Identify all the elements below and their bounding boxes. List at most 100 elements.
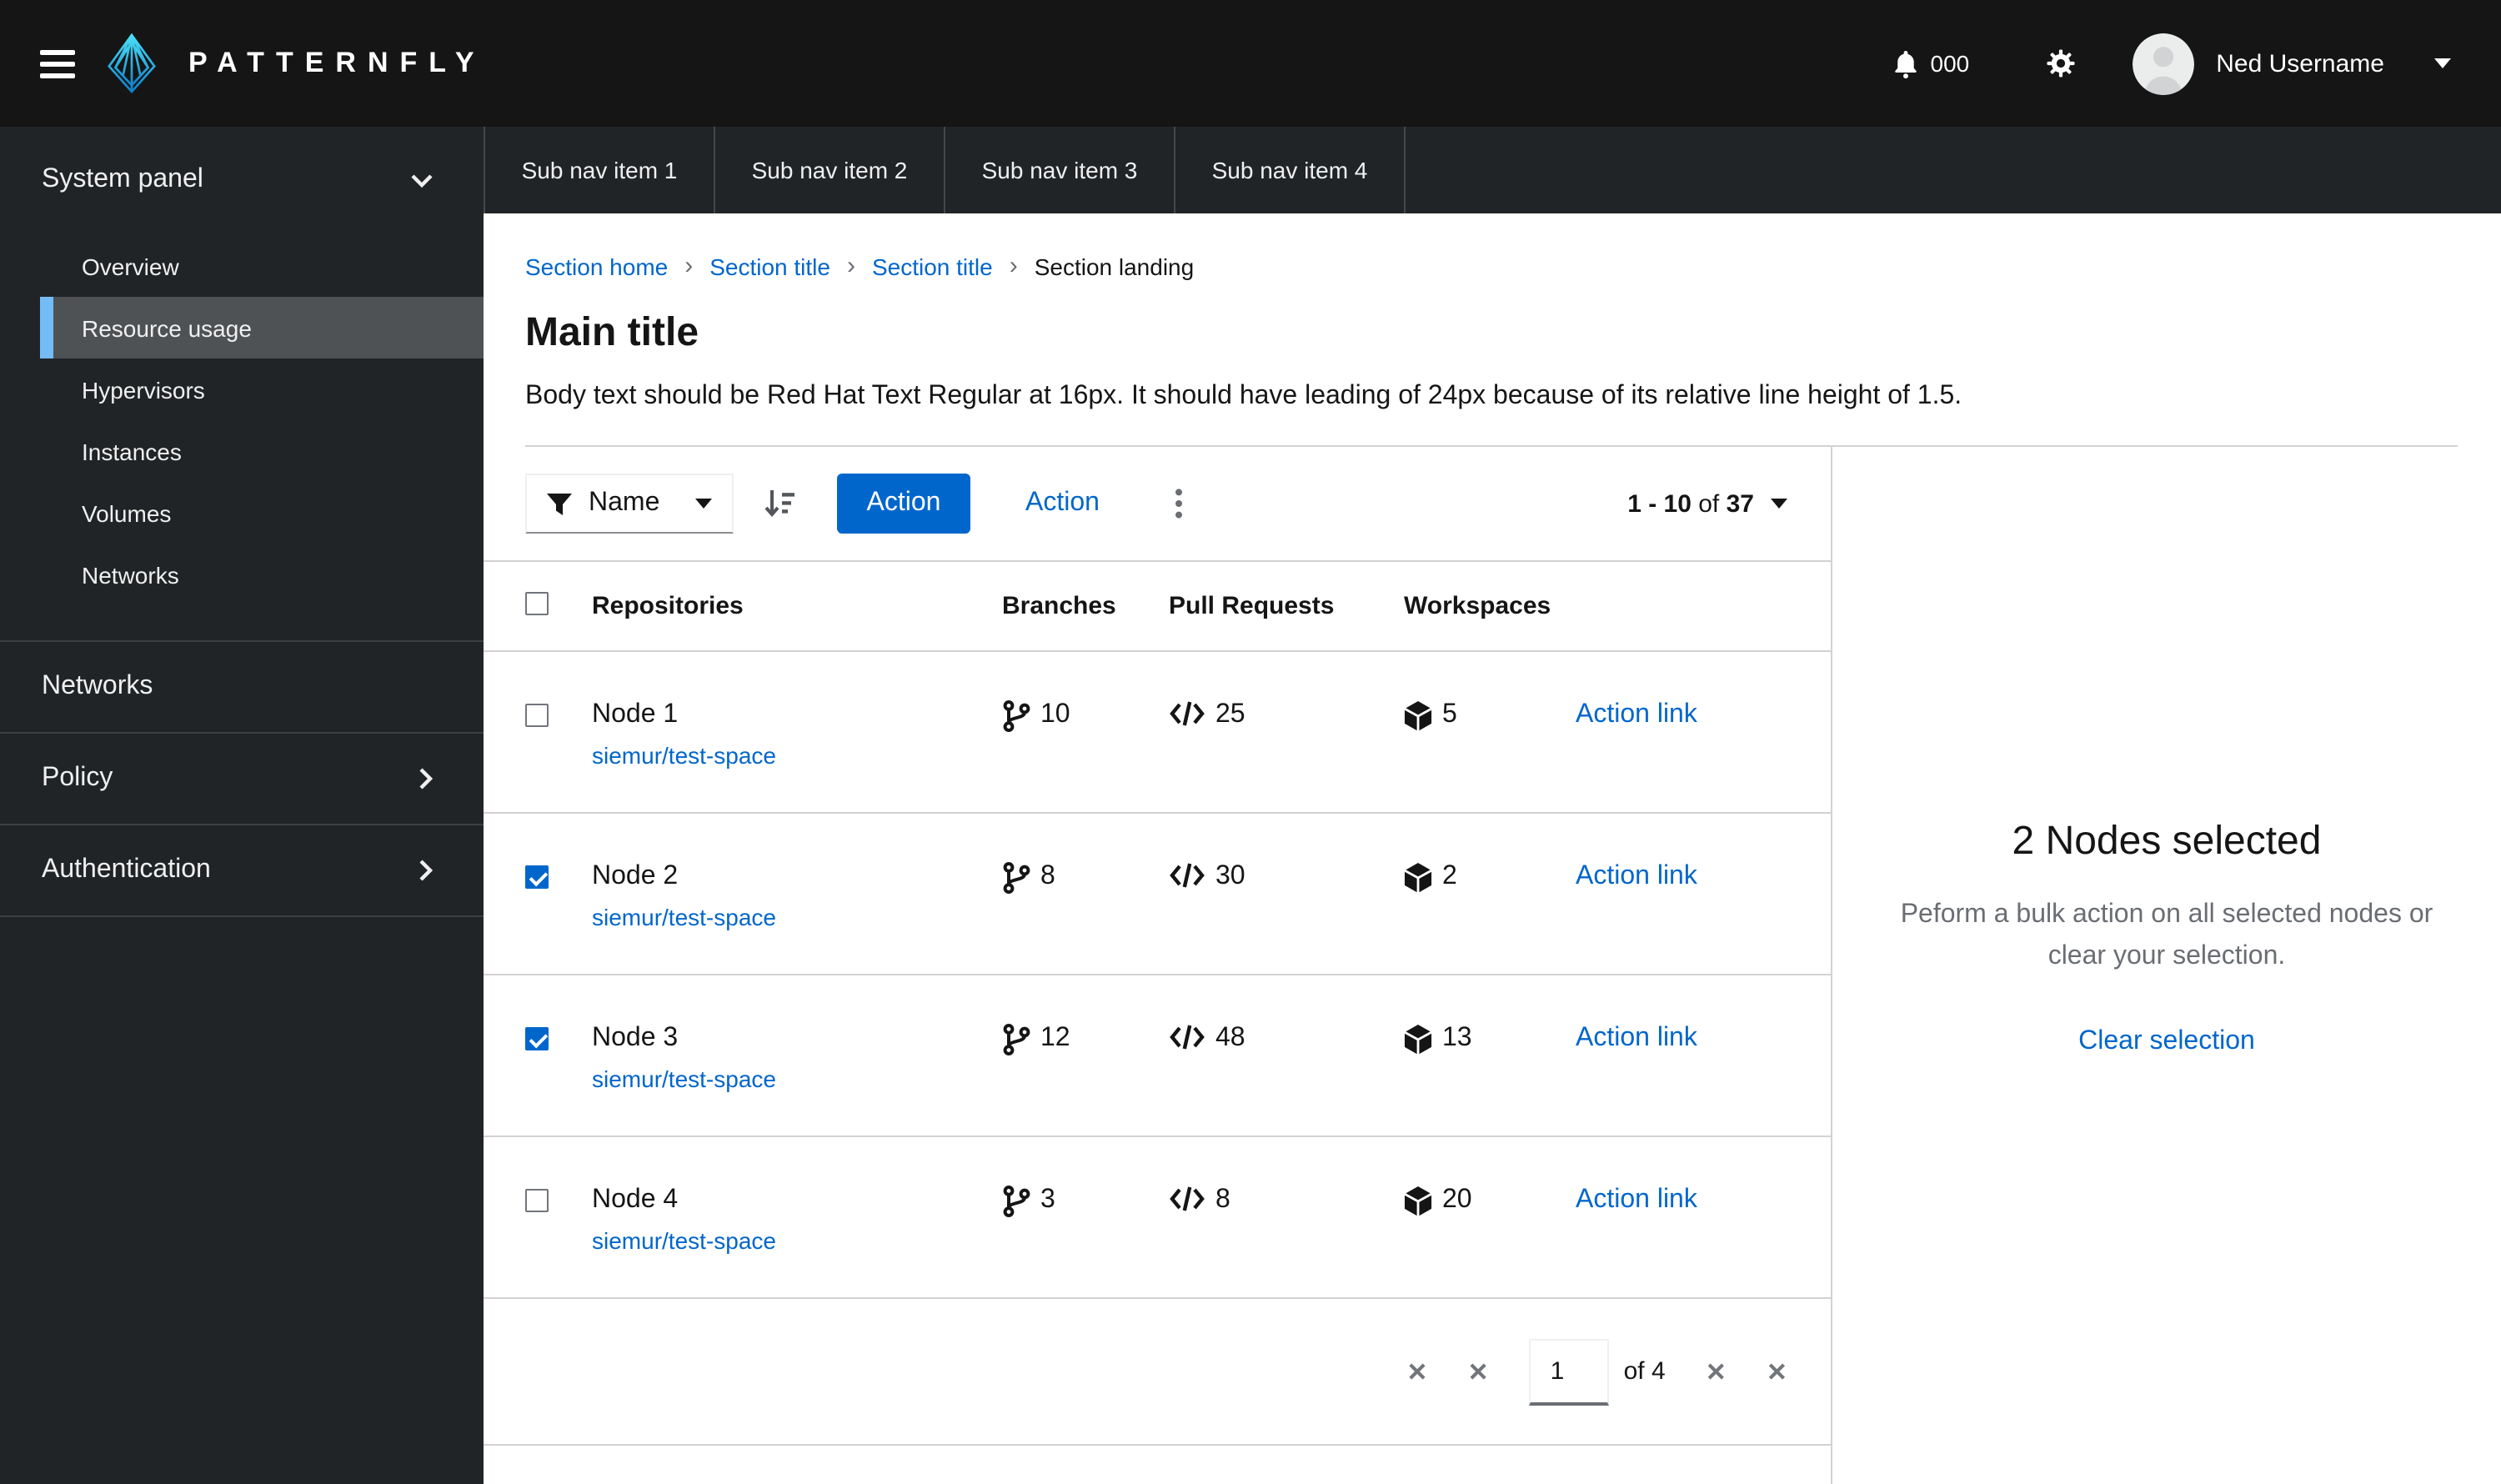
sort-icon <box>764 490 794 518</box>
workspaces-count: 5 <box>1442 700 1457 729</box>
cube-icon <box>1404 701 1432 731</box>
breadcrumb: Section home › Section title › Section t… <box>525 247 2458 287</box>
pagination-range: 1 - 10 <box>1627 489 1692 518</box>
column-header-pull-requests: Pull Requests <box>1169 592 1335 620</box>
sidebar-item-overview[interactable]: Overview <box>40 235 484 297</box>
row-action-link[interactable]: Action link <box>1576 1186 1697 1214</box>
pagination-previous-button[interactable]: ✕ <box>1467 1356 1488 1386</box>
brand-logo[interactable]: PATTERNFLY <box>103 32 486 95</box>
notifications-button[interactable]: 000 <box>1892 48 1969 79</box>
hamburger-icon <box>40 49 75 54</box>
row-action-link[interactable]: Action link <box>1576 1024 1697 1052</box>
breadcrumb-link[interactable]: Section title <box>872 247 993 287</box>
sidebar-item-volumes[interactable]: Volumes <box>40 482 484 544</box>
kebab-icon <box>1175 489 1183 519</box>
code-icon <box>1170 701 1205 726</box>
pagination-total: 37 <box>1726 489 1754 518</box>
bell-icon <box>1894 50 1917 78</box>
sidebar-item-resource-usage[interactable]: Resource usage <box>40 297 484 358</box>
tab-sub-nav-item-4[interactable]: Sub nav item 4 <box>1174 127 1406 213</box>
pagination-first-button[interactable]: ✕ <box>1406 1356 1427 1386</box>
filter-icon <box>547 493 572 514</box>
workspaces-count: 13 <box>1442 1024 1472 1052</box>
table-row: Node 2 siemur/test-space 8 30 2 Action l… <box>484 814 1831 975</box>
branches-count: 10 <box>1040 700 1070 729</box>
nav-toggle-button[interactable] <box>40 49 75 78</box>
sidebar-group-label: System panel <box>42 165 203 193</box>
footer-pagination: ✕ ✕ of 4 ✕ ✕ <box>484 1299 1831 1446</box>
tab-sub-nav-item-3[interactable]: Sub nav item 3 <box>944 127 1174 213</box>
row-action-link[interactable]: Action link <box>1576 700 1697 729</box>
settings-button[interactable] <box>2046 48 2076 78</box>
repo-link[interactable]: siemur/test-space <box>592 742 776 769</box>
sidebar-section-networks[interactable]: Networks <box>0 642 484 734</box>
tab-sub-nav-item-1[interactable]: Sub nav item 1 <box>484 127 714 213</box>
code-icon <box>1170 863 1205 888</box>
row-checkbox[interactable] <box>525 1027 549 1050</box>
pagination-next-button[interactable]: ✕ <box>1706 1356 1727 1386</box>
node-name: Node 4 <box>592 1186 679 1214</box>
pagination-last-button[interactable]: ✕ <box>1767 1356 1787 1386</box>
patternfly-logo-icon <box>108 33 156 94</box>
repo-link[interactable]: siemur/test-space <box>592 1065 776 1092</box>
tab-sub-nav-item-2[interactable]: Sub nav item 2 <box>714 127 944 213</box>
node-name: Node 2 <box>592 862 679 890</box>
masthead: PATTERNFLY 000 Ned Username <box>0 0 2501 127</box>
table-row: Node 1 siemur/test-space 10 25 5 Action … <box>484 652 1831 814</box>
page-header: Section home › Section title › Section t… <box>484 213 2501 447</box>
pagination-menu-toggle[interactable]: 1 - 10 of 37 <box>1627 489 1787 518</box>
node-name: Node 1 <box>592 700 679 729</box>
column-header-branches: Branches <box>1002 592 1116 620</box>
table-section: Name Action Action 1 - 10 of 37 Reposito… <box>484 447 1831 1484</box>
kebab-menu-button[interactable] <box>1170 489 1190 519</box>
row-checkbox[interactable] <box>525 1189 549 1212</box>
current-page-input[interactable] <box>1528 1338 1609 1405</box>
caret-down-icon <box>695 499 712 509</box>
sidebar-item-instances[interactable]: Instances <box>40 420 484 482</box>
sidebar-sections: Networks Policy Authentication <box>0 640 484 917</box>
repo-link[interactable]: siemur/test-space <box>592 904 776 930</box>
gear-icon <box>2047 49 2075 78</box>
breadcrumb-separator-icon: › <box>1009 252 1018 280</box>
row-checkbox[interactable] <box>525 865 549 889</box>
repo-link[interactable]: siemur/test-space <box>592 1227 776 1254</box>
breadcrumb-separator-icon: › <box>846 252 855 280</box>
workspaces-count: 20 <box>1442 1186 1472 1214</box>
workspaces-count: 2 <box>1442 862 1457 890</box>
breadcrumb-current: Section landing <box>1034 253 1195 280</box>
drawer-description: Peform a bulk action on all selected nod… <box>1900 900 2433 970</box>
sort-button[interactable] <box>764 489 795 519</box>
page-body-text: Body text should be Red Hat Text Regular… <box>525 382 1962 410</box>
row-action-link[interactable]: Action link <box>1576 862 1697 890</box>
pull-requests-count: 25 <box>1215 700 1245 729</box>
branches-count: 8 <box>1040 862 1055 890</box>
cube-icon <box>1404 1025 1432 1055</box>
clear-selection-link[interactable]: Clear selection <box>2078 1027 2255 1057</box>
breadcrumb-link[interactable]: Section title <box>709 247 830 287</box>
main-column: Sub nav item 1 Sub nav item 2 Sub nav it… <box>484 127 2501 1484</box>
caret-down-icon <box>1771 499 1787 509</box>
sidebar-group-system-panel[interactable]: System panel <box>0 127 484 203</box>
code-icon <box>1170 1025 1205 1050</box>
pagination-of-label: of <box>1698 489 1720 518</box>
chevron-down-icon <box>2434 58 2451 68</box>
node-name: Node 3 <box>592 1024 679 1052</box>
select-all-checkbox[interactable] <box>525 591 549 614</box>
chevron-down-icon <box>411 173 433 188</box>
filter-attribute-select[interactable]: Name <box>525 474 734 534</box>
breadcrumb-separator-icon: › <box>684 252 694 280</box>
breadcrumb-link[interactable]: Section home <box>525 247 668 287</box>
primary-action-button[interactable]: Action <box>837 474 970 534</box>
sidebar-item-networks[interactable]: Networks <box>40 544 484 605</box>
sidebar-section-authentication[interactable]: Authentication <box>0 825 484 917</box>
sidebar-section-policy[interactable]: Policy <box>0 734 484 825</box>
secondary-action-button[interactable]: Action <box>1025 489 1100 519</box>
code-branch-icon <box>1003 1024 1030 1055</box>
page-title: Main title <box>525 310 699 355</box>
user-menu-button[interactable]: Ned Username <box>2133 33 2451 94</box>
row-checkbox[interactable] <box>525 704 549 727</box>
column-header-workspaces: Workspaces <box>1404 592 1551 620</box>
broken-nav-icon: ✕ <box>1705 1358 1727 1386</box>
sidebar-item-hypervisors[interactable]: Hypervisors <box>40 358 484 420</box>
broken-nav-icon: ✕ <box>1766 1358 1787 1386</box>
